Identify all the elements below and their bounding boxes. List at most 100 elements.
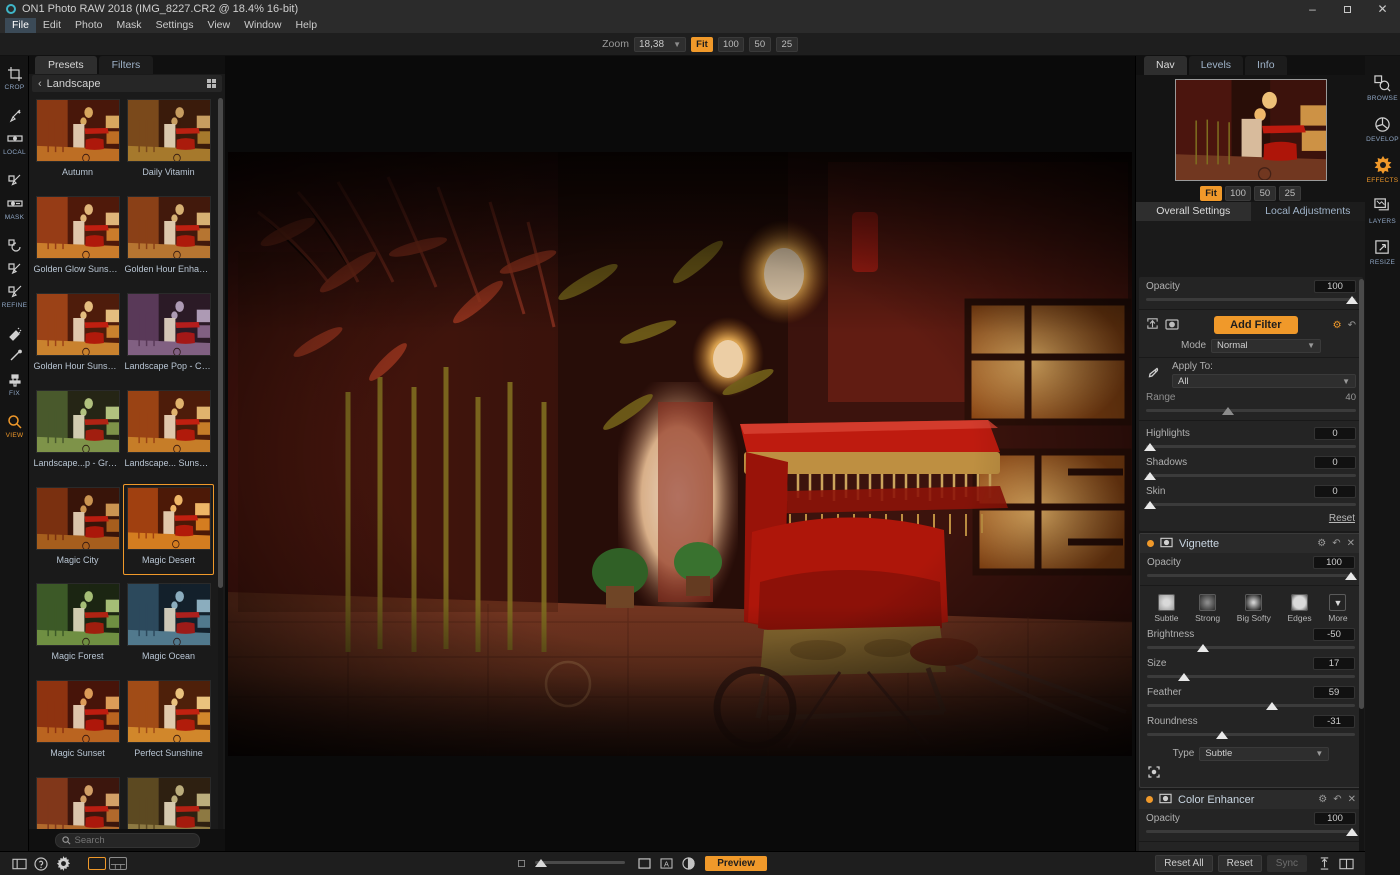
global-opacity-slider[interactable] (1146, 295, 1358, 306)
style-big-softy-button[interactable]: Big Softy (1237, 594, 1271, 623)
opacity-value[interactable]: 100 (1314, 811, 1356, 825)
snapshot-icon[interactable] (1165, 318, 1179, 333)
tool-local-adjust[interactable]: LOCAL (0, 129, 29, 159)
module-browse[interactable]: BROWSE (1365, 72, 1400, 102)
slider-knob[interactable] (1144, 501, 1156, 509)
text-overlay-icon[interactable]: A (655, 853, 677, 875)
slider-knob[interactable] (1178, 673, 1191, 681)
module-layers[interactable]: LAYERS (1365, 195, 1400, 225)
menu-view[interactable]: View (201, 18, 238, 33)
tab-presets[interactable]: Presets (35, 56, 97, 74)
zoom-25-button[interactable]: 25 (775, 36, 798, 52)
slider-knob[interactable] (1346, 828, 1358, 836)
scrollbar-thumb[interactable] (1359, 279, 1364, 709)
tool-retouch-brush[interactable] (0, 347, 29, 367)
preview-button[interactable]: Preview (705, 856, 767, 871)
reset-button[interactable]: Reset (1217, 855, 1262, 872)
tool-mask[interactable]: MASK (0, 194, 29, 224)
range-slider[interactable] (1146, 406, 1356, 417)
preset-item[interactable]: Golden Hour Enhancer (123, 193, 214, 284)
menu-file[interactable]: File (5, 18, 36, 33)
tab-nav[interactable]: Nav (1144, 56, 1187, 75)
nav-zoom-25-button[interactable]: 25 (1278, 186, 1301, 201)
tool-blur-brush[interactable] (0, 259, 29, 279)
close-icon[interactable]: ✕ (1348, 794, 1356, 805)
filter-enabled-dot[interactable] (1146, 796, 1153, 803)
shadows-value[interactable]: 0 (1314, 455, 1356, 469)
export-icon[interactable] (1313, 853, 1335, 875)
highlights-value[interactable]: 0 (1314, 426, 1356, 440)
ce-opacity-slider[interactable] (1146, 827, 1358, 838)
style-more-button[interactable]: ▼ More (1328, 594, 1348, 623)
size-value[interactable]: 17 (1313, 656, 1355, 670)
roundness-value[interactable]: -31 (1313, 714, 1355, 728)
nav-zoom-100-button[interactable]: 100 (1225, 186, 1251, 201)
menu-edit[interactable]: Edit (36, 18, 68, 33)
reset-arrow-icon[interactable]: ↶ (1332, 538, 1340, 549)
gear-icon[interactable]: ⚙ (1333, 320, 1342, 331)
filter-enabled-dot[interactable] (1147, 540, 1154, 547)
thumbnail-size-slider[interactable] (535, 858, 626, 870)
reset-arrow-icon[interactable]: ↶ (1333, 794, 1341, 805)
settings-scrollbar[interactable] (1359, 279, 1364, 875)
chevron-left-icon[interactable]: ‹ (38, 78, 42, 90)
vignette-opacity-slider[interactable] (1147, 571, 1357, 582)
menu-photo[interactable]: Photo (68, 18, 109, 33)
slider-knob[interactable] (1215, 731, 1228, 739)
tab-local-adjustments[interactable]: Local Adjustments (1250, 202, 1365, 221)
reset-all-button[interactable]: Reset All (1155, 855, 1213, 872)
slider-knob[interactable] (1144, 443, 1156, 451)
mask-thumbnail-icon[interactable] (1159, 793, 1172, 807)
global-reset-link[interactable]: Reset (1139, 511, 1363, 527)
gear-icon[interactable] (52, 853, 74, 875)
eyedropper-icon[interactable] (1146, 366, 1172, 383)
nav-zoom-50-button[interactable]: 50 (1253, 186, 1276, 201)
save-preset-icon[interactable] (1146, 317, 1159, 333)
module-resize[interactable]: RESIZE (1365, 236, 1400, 266)
tool-clone-stamp[interactable]: FIX (0, 370, 29, 400)
roundness-slider[interactable] (1147, 730, 1355, 741)
sync-button[interactable]: Sync (1266, 855, 1308, 872)
search-input[interactable] (74, 834, 185, 846)
type-select[interactable]: Subtle ▼ (1199, 746, 1330, 761)
preset-item[interactable]: Magic Sunset (32, 677, 123, 768)
preset-scrollbar[interactable] (218, 98, 223, 868)
skin-slider[interactable] (1144, 500, 1356, 511)
highlights-slider[interactable] (1144, 442, 1356, 453)
preset-item[interactable]: Magic Desert (123, 483, 214, 575)
zoom-fit-button[interactable]: Fit (690, 36, 713, 52)
apply-to-select[interactable]: All ▼ (1172, 374, 1356, 388)
slider-knob[interactable] (1265, 702, 1278, 710)
slider-knob[interactable] (1196, 644, 1209, 652)
tool-perfect-eraser[interactable] (0, 324, 29, 344)
preset-item[interactable]: Landscape...p - Green (32, 387, 123, 478)
slider-knob[interactable] (1144, 472, 1156, 480)
vignette-header[interactable]: Vignette ⚙ ↶ ✕ (1140, 534, 1362, 553)
close-icon[interactable]: ✕ (1347, 538, 1355, 549)
navigator-preview[interactable] (1136, 75, 1365, 185)
preset-item[interactable]: Magic Forest (32, 580, 123, 671)
brightness-value[interactable]: -50 (1313, 627, 1355, 641)
add-filter-button[interactable]: Add Filter (1214, 316, 1298, 334)
preset-item[interactable]: Landscape Pop - Cool (123, 290, 214, 381)
tool-mask-brush[interactable] (0, 171, 29, 191)
module-effects[interactable]: EFFECTS (1365, 154, 1400, 184)
split-view-icon[interactable] (109, 857, 127, 870)
preset-item[interactable]: Golden Glow Sunshine (32, 193, 123, 284)
slider-knob[interactable] (1221, 407, 1234, 415)
preset-item[interactable]: Magic Ocean (123, 580, 214, 671)
zoom-50-button[interactable]: 50 (748, 36, 771, 52)
preset-item[interactable]: Autumn (32, 96, 123, 187)
opacity-value[interactable]: 100 (1313, 555, 1355, 569)
opacity-value[interactable]: 100 (1314, 279, 1356, 293)
slider-knob[interactable] (1345, 572, 1357, 580)
grid-view-icon[interactable] (206, 78, 216, 89)
tab-overall-settings[interactable]: Overall Settings (1136, 202, 1251, 221)
zoom-value-select[interactable]: 18,38 ▼ (633, 36, 686, 52)
preset-item[interactable]: Golden Hour Sunshine (32, 290, 123, 381)
menu-settings[interactable]: Settings (149, 18, 201, 33)
feather-value[interactable]: 59 (1313, 685, 1355, 699)
skin-value[interactable]: 0 (1314, 484, 1356, 498)
reset-arrow-icon[interactable]: ↶ (1348, 320, 1356, 331)
menu-mask[interactable]: Mask (109, 18, 148, 33)
